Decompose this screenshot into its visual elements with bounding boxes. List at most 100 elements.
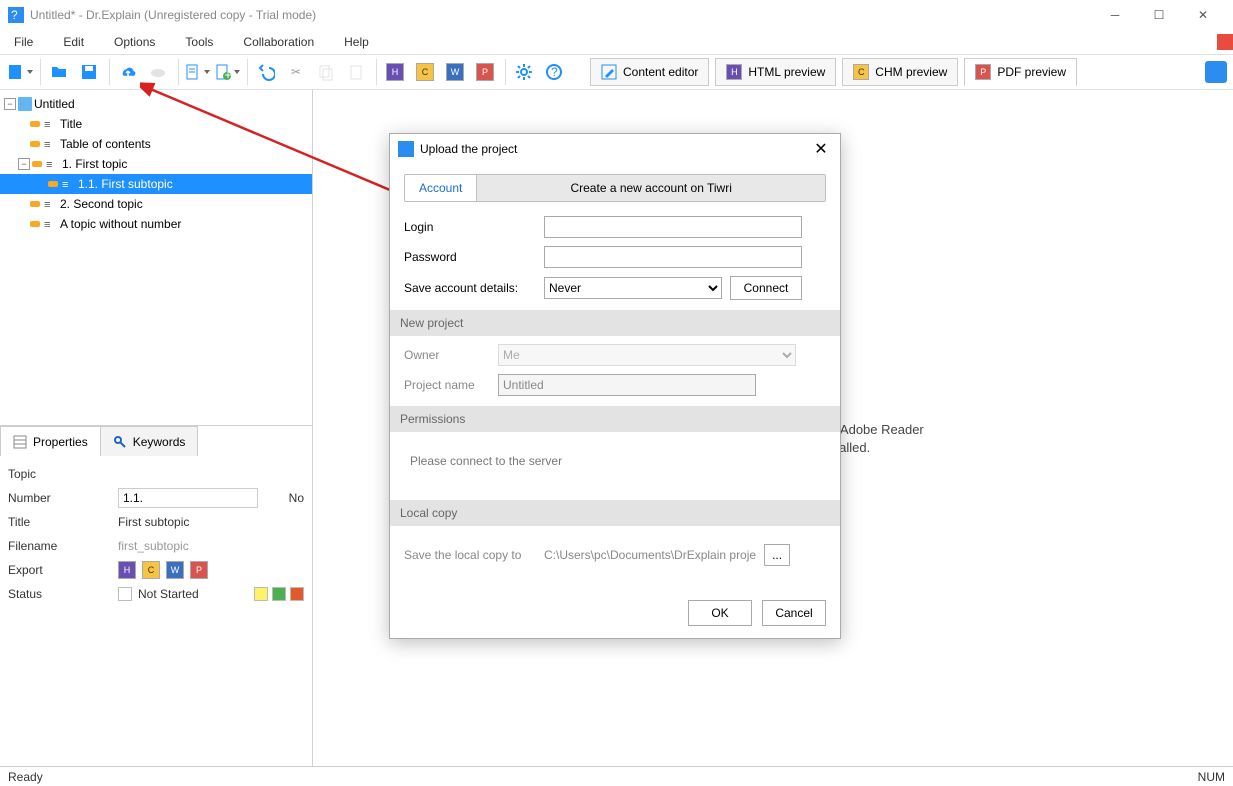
login-input[interactable] [544,216,802,238]
key-icon [30,121,40,127]
upload-cloud-button[interactable] [114,58,142,86]
prop-topic-label: Topic [8,467,118,481]
feedback-button[interactable] [1205,61,1227,83]
owner-select: Me [498,344,796,366]
password-label: Password [404,250,544,264]
local-copy-label: Save the local copy to [404,548,544,562]
tab-content-editor-label: Content editor [623,65,698,79]
properties-tabs: Properties Keywords [0,426,312,456]
prop-number-input[interactable] [118,488,258,508]
properties-panel: Topic NumberNo TitleFirst subtopic Filen… [0,456,312,766]
tree-item-title[interactable]: Title [0,114,312,134]
permissions-message: Please connect to the server [404,432,826,490]
key-icon [48,181,58,187]
minimize-button[interactable]: ─ [1093,1,1137,29]
view-tabs: Content editor HHTML preview CCHM previe… [590,58,1077,86]
tab-chm-preview[interactable]: CCHM preview [842,58,958,86]
browse-button[interactable]: ... [764,544,790,566]
tree-item-first-topic[interactable]: − 1. First topic [0,154,312,174]
menu-tools[interactable]: Tools [177,32,221,52]
section-permissions: Permissions [390,406,840,432]
prop-export-value[interactable]: HCWP [118,561,304,579]
menu-edit[interactable]: Edit [55,32,92,52]
prop-status-value[interactable]: Not Started [118,587,304,601]
prop-filename-value[interactable]: first_subtopic [118,539,304,553]
sidebar: − Untitled Title Table of contents − 1. F… [0,90,313,766]
undo-button[interactable] [252,58,280,86]
export-html-button[interactable]: H [381,58,409,86]
export-word-button[interactable]: W [441,58,469,86]
tab-account[interactable]: Account [405,175,476,201]
export-pdf-button[interactable]: P [471,58,499,86]
copy-button[interactable] [312,58,340,86]
tree-item-label: Title [60,117,82,131]
settings-button[interactable] [510,58,538,86]
prop-export-label: Export [8,563,118,577]
ok-button[interactable]: OK [688,600,752,626]
close-button[interactable]: ✕ [1181,1,1225,29]
status-num: NUM [1198,770,1225,784]
download-cloud-button[interactable] [144,58,172,86]
tab-content-editor[interactable]: Content editor [590,58,709,86]
tree-item-second-topic[interactable]: 2. Second topic [0,194,312,214]
collapse-icon[interactable]: − [18,158,30,170]
paste-button[interactable] [342,58,370,86]
menu-file[interactable]: File [6,32,41,52]
menu-collaboration[interactable]: Collaboration [235,32,322,52]
page-icon [62,177,76,191]
status-ready: Ready [8,770,43,784]
local-copy-path: C:\Users\pc\Documents\DrExplain proje [544,548,756,562]
collapse-icon[interactable]: − [4,98,16,110]
save-button[interactable] [75,58,103,86]
page-button[interactable] [183,58,211,86]
title-bar: ? Untitled* - Dr.Explain (Unregistered c… [0,0,1233,30]
project-name-label: Project name [404,378,498,392]
tree-item-label: 2. Second topic [60,197,143,211]
tab-pdf-preview-label: PDF preview [997,65,1066,79]
save-details-label: Save account details: [404,281,544,295]
page-icon [44,217,58,231]
prop-number-mode[interactable]: No [289,491,304,505]
tree-root-label: Untitled [34,97,75,111]
page-icon [46,157,60,171]
prop-status-text: Not Started [138,587,199,601]
maximize-button[interactable]: ☐ [1137,1,1181,29]
dialog-close-button[interactable]: ✕ [810,138,832,160]
key-icon [30,201,40,207]
new-button[interactable] [6,58,34,86]
prop-number-label: Number [8,491,118,505]
project-tree[interactable]: − Untitled Title Table of contents − 1. F… [0,90,312,426]
tree-item-toc[interactable]: Table of contents [0,134,312,154]
tab-html-preview[interactable]: HHTML preview [715,58,836,86]
key-icon [32,161,42,167]
prop-title-value[interactable]: First subtopic [118,515,304,529]
cancel-button[interactable]: Cancel [762,600,826,626]
tab-html-preview-label: HTML preview [748,65,825,79]
upload-project-dialog: Upload the project ✕ Account Create a ne… [389,133,841,639]
tree-item-first-subtopic[interactable]: 1.1. First subtopic [0,174,312,194]
create-account-link[interactable]: Create a new account on Tiwri [476,175,825,201]
section-new-project: New project [390,310,840,336]
project-name-input [498,374,756,396]
menu-options[interactable]: Options [106,32,163,52]
open-button[interactable] [45,58,73,86]
password-input[interactable] [544,246,802,268]
save-details-select[interactable]: Never [544,277,722,299]
tab-properties[interactable]: Properties [0,426,101,456]
tab-pdf-preview[interactable]: PPDF preview [964,58,1077,86]
tree-item-label: 1. First topic [62,157,127,171]
key-icon [30,141,40,147]
svg-text:?: ? [551,65,558,79]
export-chm-button[interactable]: C [411,58,439,86]
tree-item-no-number[interactable]: A topic without number [0,214,312,234]
menu-help[interactable]: Help [336,32,377,52]
help-button[interactable]: ? [540,58,568,86]
tree-root[interactable]: − Untitled [0,94,312,114]
cut-button[interactable]: ✂ [282,58,310,86]
tab-keywords[interactable]: Keywords [100,426,199,456]
connect-button[interactable]: Connect [730,276,802,300]
page-add-button[interactable]: + [213,58,241,86]
dialog-title: Upload the project [420,142,517,156]
project-icon [18,97,32,111]
prop-title-label: Title [8,515,118,529]
